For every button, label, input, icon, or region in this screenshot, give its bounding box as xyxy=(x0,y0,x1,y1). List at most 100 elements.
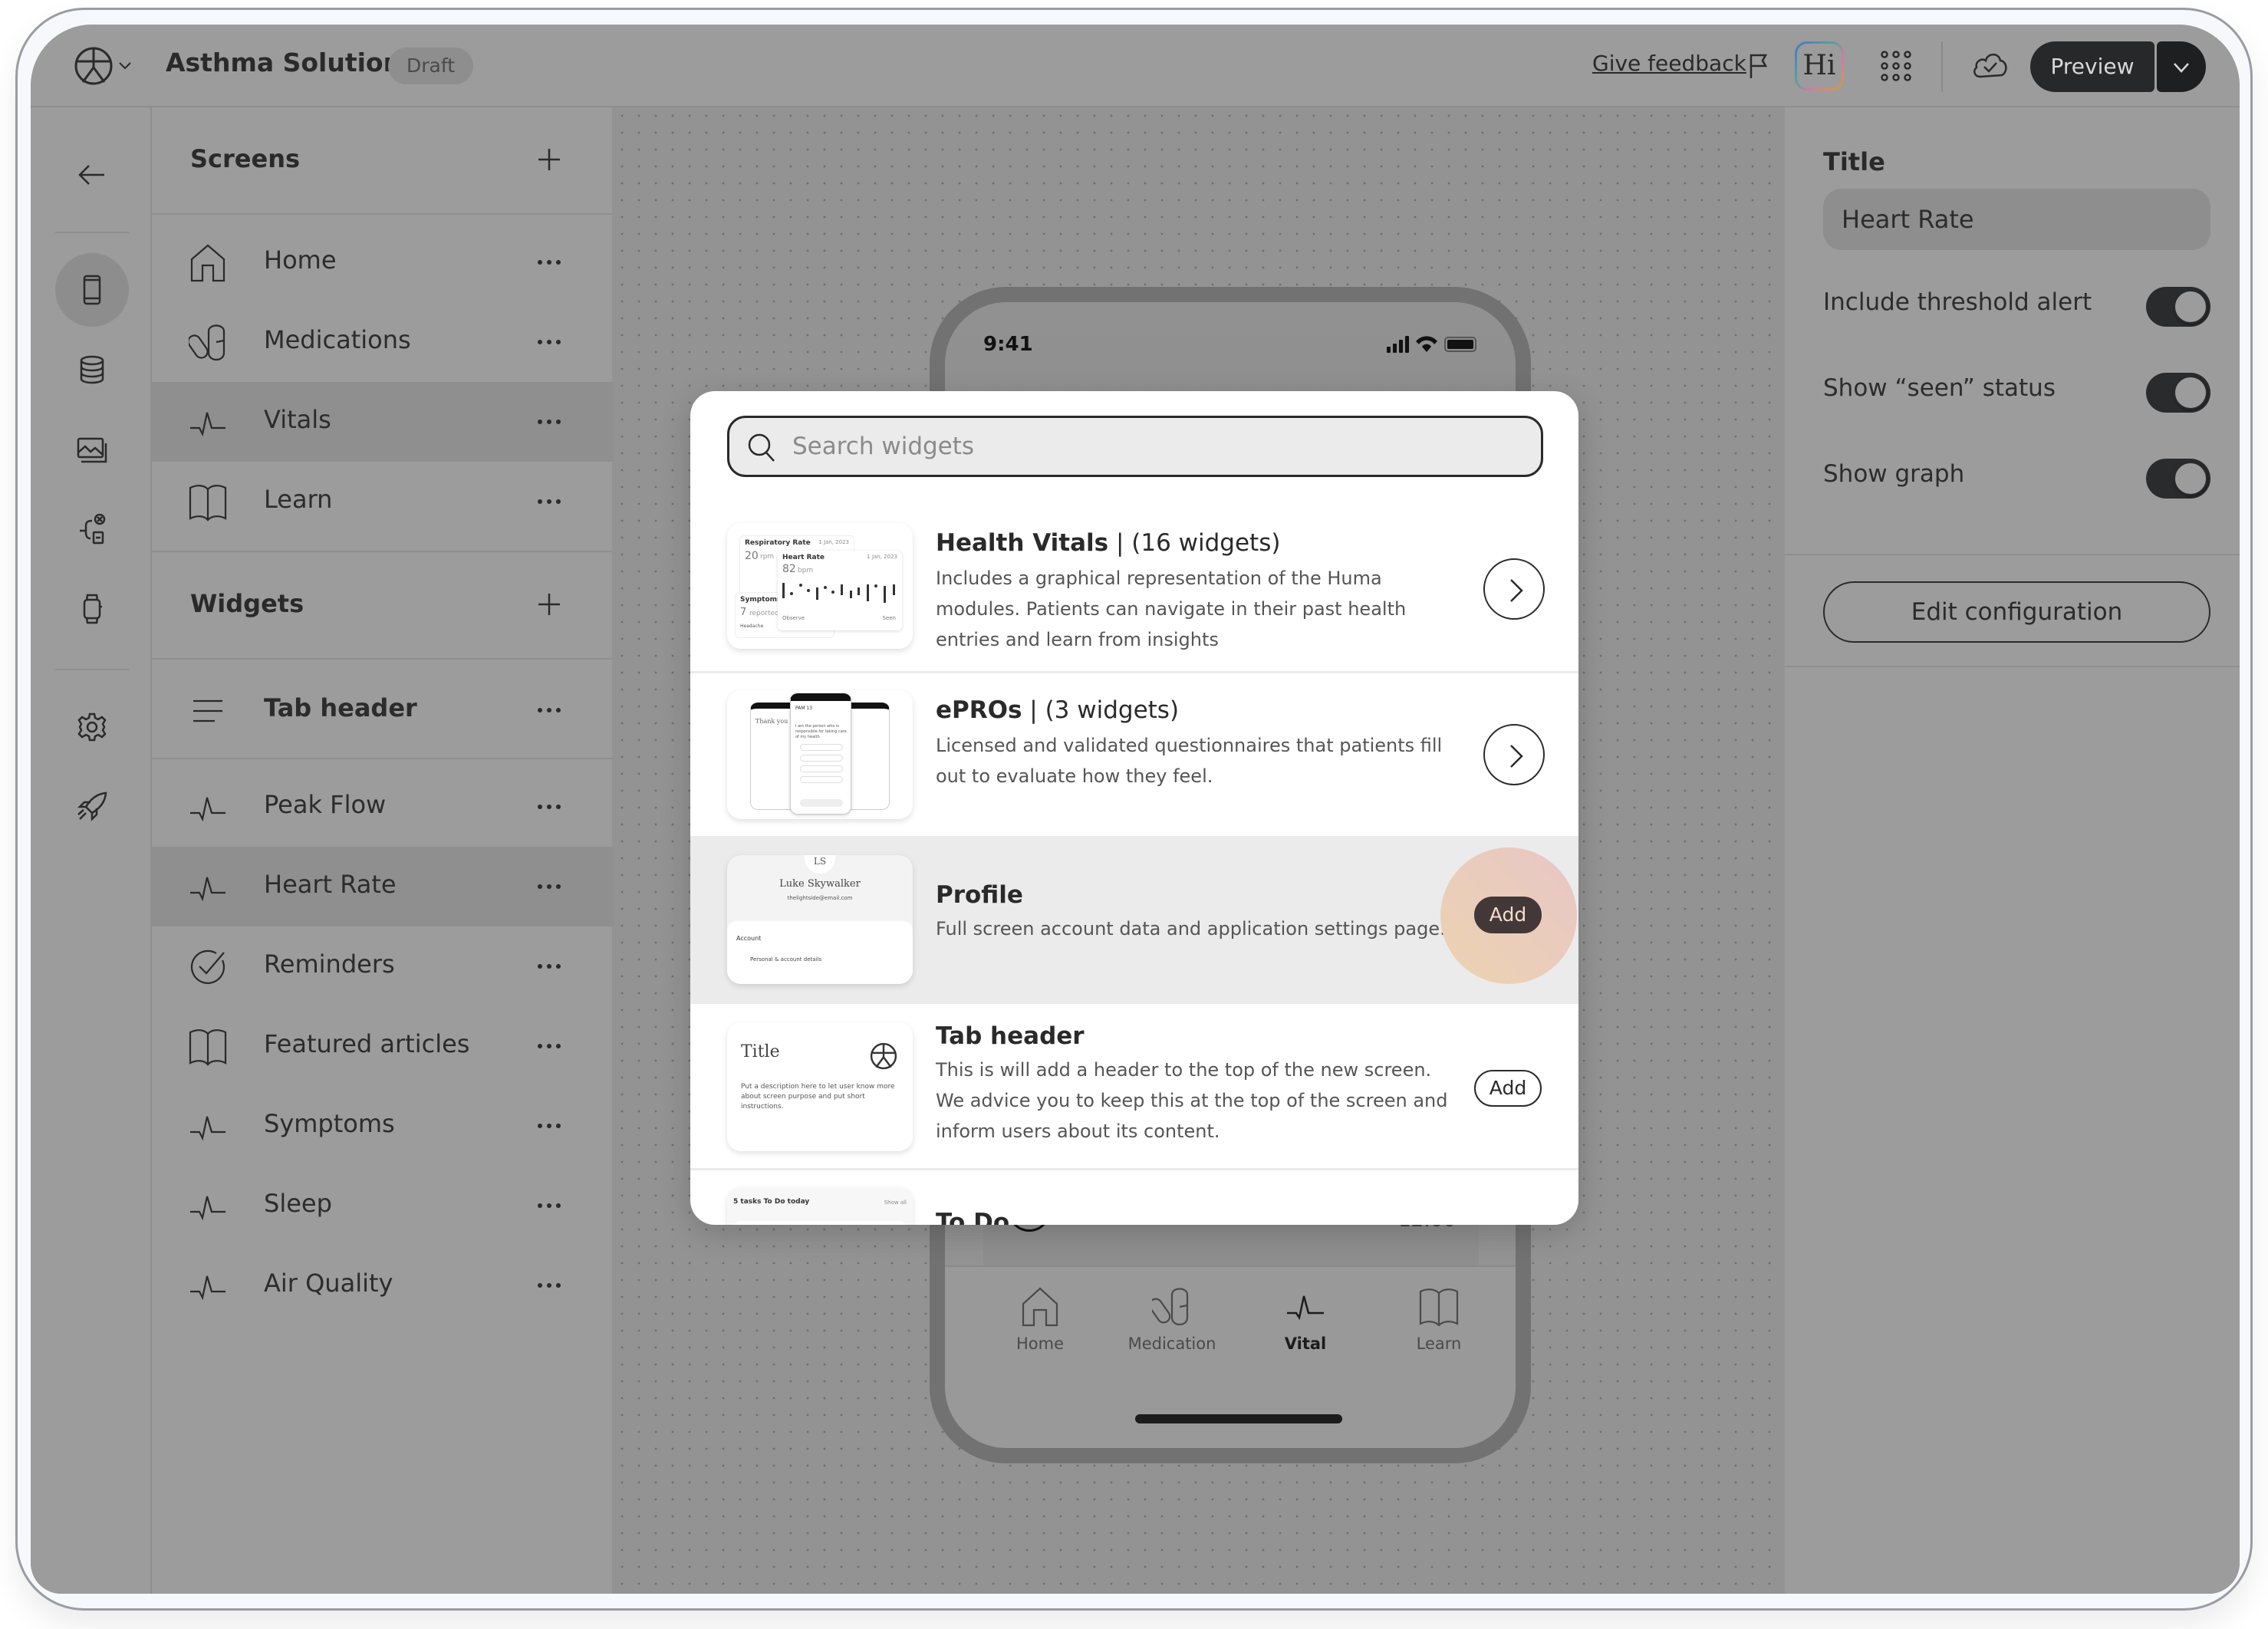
database-icon xyxy=(80,355,104,384)
pulse-icon xyxy=(1287,1295,1324,1321)
chevron-down-icon xyxy=(2174,63,2189,73)
widgets-item-symptoms[interactable]: Symptoms xyxy=(152,1086,614,1166)
widget-name: ePROs xyxy=(936,696,1022,724)
show-graph-toggle[interactable] xyxy=(2146,459,2210,499)
widgets-item-label: Tab header xyxy=(264,693,417,722)
rail-item-media[interactable] xyxy=(55,413,129,486)
more-options-icon[interactable] xyxy=(537,707,561,713)
more-options-icon[interactable] xyxy=(537,1282,561,1288)
widgets-item-label: Reminders xyxy=(264,949,395,979)
screens-item-learn[interactable]: Learn xyxy=(152,462,614,541)
gear-icon xyxy=(77,712,107,742)
widget-row-profile[interactable]: LS Luke Skywalker thelightside@email.com… xyxy=(690,838,1578,1004)
screens-item-home[interactable]: Home xyxy=(152,222,614,302)
device-connect-icon xyxy=(80,514,106,545)
phone-tab-medication[interactable]: Medication xyxy=(1118,1287,1226,1353)
add-profile-button[interactable]: Add xyxy=(1474,897,1542,933)
add-tab-header-button[interactable]: Add xyxy=(1474,1070,1542,1107)
thumb-email: thelightside@email.com xyxy=(787,895,853,901)
back-button[interactable] xyxy=(55,138,129,212)
add-widget-button[interactable] xyxy=(537,592,561,617)
widgets-item-label: Peak Flow xyxy=(264,790,387,819)
more-options-icon[interactable] xyxy=(537,804,561,810)
more-options-icon[interactable] xyxy=(537,259,561,265)
thumb-card xyxy=(733,1221,907,1225)
pulse-icon xyxy=(190,1275,225,1301)
more-options-icon[interactable] xyxy=(537,419,561,425)
widgets-item-heart-rate[interactable]: Heart Rate xyxy=(152,847,614,926)
chevron-down-icon[interactable] xyxy=(117,57,133,74)
phone-icon xyxy=(83,275,101,305)
flag-icon[interactable] xyxy=(1747,52,1770,80)
edit-configuration-button[interactable]: Edit configuration xyxy=(1823,581,2210,643)
more-options-icon[interactable] xyxy=(537,884,561,890)
screens-item-medications[interactable]: Medications xyxy=(152,302,614,382)
phone-tab-learn[interactable]: Learn xyxy=(1385,1287,1493,1353)
apps-grid-icon[interactable] xyxy=(1879,49,1913,83)
widget-row-tab-header[interactable]: Title Put a description here to let user… xyxy=(690,1004,1578,1170)
home-icon xyxy=(1022,1287,1058,1327)
give-feedback-link[interactable]: Give feedback xyxy=(1592,51,1746,76)
check-circle-icon xyxy=(190,949,225,984)
rail-item-integrations[interactable] xyxy=(55,492,129,566)
open-epros-button[interactable] xyxy=(1483,724,1545,785)
widgets-section-header: Widgets xyxy=(152,551,612,660)
status-time: 9:41 xyxy=(983,333,1033,356)
images-icon xyxy=(77,437,107,463)
widget-title: Tab header xyxy=(936,1022,1085,1050)
screens-heading: Screens xyxy=(190,144,301,173)
lines-icon xyxy=(193,699,222,722)
thumb-text: 1 Jan, 2023 xyxy=(867,554,897,560)
more-options-icon[interactable] xyxy=(537,1043,561,1049)
rail-item-wearables[interactable] xyxy=(55,572,129,646)
widget-row-health-vitals[interactable]: Respiratory Rate 1 Jan, 2023 20 rpm Symp… xyxy=(690,506,1578,673)
widgets-item-sleep[interactable]: Sleep xyxy=(152,1166,614,1246)
rail-divider xyxy=(55,669,129,670)
search-input[interactable] xyxy=(792,418,1529,475)
open-health-vitals-button[interactable] xyxy=(1483,558,1545,620)
book-icon xyxy=(189,485,227,522)
add-screen-button[interactable] xyxy=(537,147,561,172)
widgets-item-reminders[interactable]: Reminders xyxy=(152,926,614,1006)
rail-item-settings[interactable] xyxy=(55,690,129,764)
thumb-option xyxy=(800,744,843,751)
thumb-text: 20 xyxy=(745,550,759,562)
status-badge: Draft xyxy=(388,48,474,84)
more-options-icon[interactable] xyxy=(537,1123,561,1129)
huma-logo-icon[interactable] xyxy=(74,46,114,86)
seen-status-toggle[interactable] xyxy=(2146,373,2210,413)
more-options-icon[interactable] xyxy=(537,499,561,505)
more-options-icon[interactable] xyxy=(537,963,561,969)
rail-item-data[interactable] xyxy=(55,333,129,406)
widgets-item-featured-articles[interactable]: Featured articles xyxy=(152,1006,614,1086)
widget-row-todo[interactable]: 5 tasks To Do today Show all To Do xyxy=(690,1170,1578,1225)
threshold-alert-toggle[interactable] xyxy=(2146,287,2210,327)
more-options-icon[interactable] xyxy=(537,339,561,345)
rail-item-screens[interactable] xyxy=(55,253,129,327)
avatar[interactable]: Hi xyxy=(1795,41,1844,90)
screens-item-label: Vitals xyxy=(264,405,331,434)
app-title: Asthma Solution xyxy=(166,48,402,77)
watch-icon xyxy=(83,594,102,624)
search-box[interactable] xyxy=(727,416,1543,477)
more-options-icon[interactable] xyxy=(537,1203,561,1209)
widgets-item-peak-flow[interactable]: Peak Flow xyxy=(152,767,614,847)
title-input[interactable] xyxy=(1823,189,2210,250)
screens-item-label: Home xyxy=(264,245,337,275)
rail-item-publish[interactable] xyxy=(55,770,129,844)
screens-item-vitals[interactable]: Vitals xyxy=(152,382,614,462)
widget-title: Health Vitals | (16 widgets) xyxy=(936,529,1281,557)
phone-tab-vital[interactable]: Vital xyxy=(1252,1287,1359,1353)
preview-button[interactable]: Preview xyxy=(2030,41,2154,92)
phone-tab-home[interactable]: Home xyxy=(986,1287,1094,1353)
phone-tab-label: Vital xyxy=(1284,1334,1327,1353)
toggle-label: Show graph xyxy=(1823,460,1965,488)
widgets-item-tab-header[interactable]: Tab header xyxy=(152,670,614,750)
widget-row-epros[interactable]: Thank you PAM 13 I am the person who is … xyxy=(690,673,1578,838)
widget-title: To Do xyxy=(936,1209,1009,1225)
preview-dropdown-button[interactable] xyxy=(2157,41,2206,92)
toggle-knob xyxy=(2174,290,2207,324)
widgets-item-air-quality[interactable]: Air Quality xyxy=(152,1246,614,1325)
thumb-text: 5 tasks To Do today xyxy=(733,1198,810,1206)
phone-tab-label: Home xyxy=(1015,1334,1064,1353)
